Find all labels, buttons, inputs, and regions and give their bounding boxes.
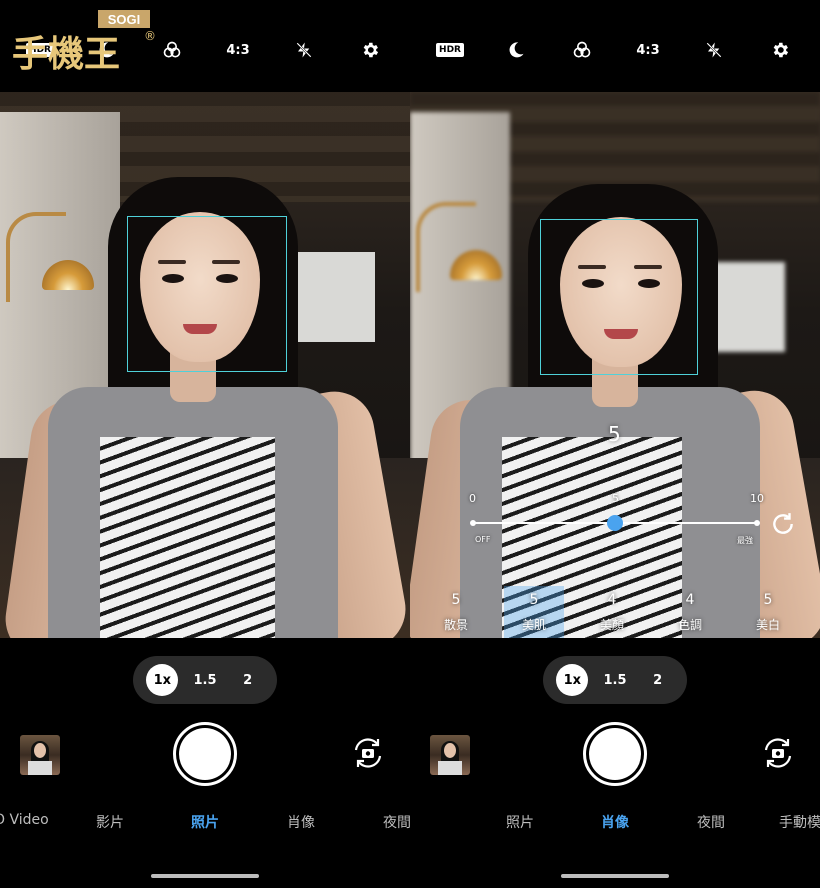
flash-button[interactable] [696,30,732,70]
beauty-option-skin[interactable]: 5 美肌 [504,586,564,638]
zoom-1.5x-button[interactable]: 1.5 [599,664,631,696]
gallery-thumbnail[interactable] [430,735,470,775]
beauty-option-label: 美肌 [521,618,546,632]
reset-beauty-button[interactable] [768,509,798,539]
slider-min-dot [470,520,476,526]
slider-max-label: 10 [750,492,764,505]
zoom-1x-button[interactable]: 1x [556,664,589,696]
sogi-logo-icon: SOGI 手機王 ® [12,10,156,75]
mode-portrait[interactable]: 肖像 [601,812,629,832]
mode-photo[interactable]: 照片 [191,812,219,832]
home-indicator[interactable] [151,874,259,878]
left-camera-screen: HDR 4:3 SOGI 手機王 ® 1x 1.5 2 Video 影片 照片 … [0,0,410,888]
hdr-button[interactable]: HDR [432,30,468,70]
beauty-option-face[interactable]: 4 美顏 [582,592,642,636]
slider-max-sub-label: 最強 [737,536,753,545]
zoom-1x-button[interactable]: 1x [146,664,179,696]
shutter-inner [179,728,231,780]
settings-button[interactable] [352,30,388,70]
zoom-selector: 1x 1.5 2 [133,656,277,704]
right-camera-screen: HDR 4:3 5 0 5 10 OFF 最強 5 散景 5 美肌 4 美顏 4… [410,0,820,888]
beauty-option-label: 美白 [755,618,780,632]
beauty-option-value: 4 [607,592,617,608]
zoom-2x-button[interactable]: 2 [232,664,264,696]
zoom-1.5x-button[interactable]: 1.5 [189,664,221,696]
svg-text:手機王: 手機王 [12,34,120,75]
beauty-option-value: 5 [529,592,539,608]
beauty-option-label: 散景 [443,618,468,632]
settings-button[interactable] [762,30,798,70]
slider-max-dot [754,520,760,526]
filter-button[interactable] [154,30,190,70]
face-detection-box [127,216,287,372]
aspect-ratio-label: 4:3 [636,42,660,58]
slider-min-label: 0 [469,492,476,505]
gear-icon [363,42,379,58]
filter-icon [163,41,181,58]
slider-mid-label: 5 [612,492,619,505]
thumb-face [444,743,456,758]
shutter-button[interactable] [173,722,237,786]
filter-icon [573,41,591,58]
beauty-option-label: 美顏 [599,618,624,632]
thumb-body [28,761,52,775]
zoom-2x-button[interactable]: 2 [642,664,674,696]
hdr-icon: HDR [436,43,464,57]
aspect-ratio-button[interactable]: 4:3 [630,30,666,70]
mode-slow-video[interactable]: O Video [0,812,49,828]
top-toolbar: HDR 4:3 [410,30,820,70]
aspect-ratio-button[interactable]: 4:3 [220,30,256,70]
filter-button[interactable] [564,30,600,70]
mode-manual[interactable]: 手動模 [779,812,820,832]
svg-text:SOGI: SOGI [108,12,141,27]
beauty-level-value: 5 [608,422,621,446]
switch-camera-icon [354,738,382,768]
thumb-face [34,743,46,758]
camera-mode-bar: 照片 肖像 夜間 手動模 [410,812,820,836]
camera-viewfinder[interactable]: 5 0 5 10 OFF 最強 5 散景 5 美肌 4 美顏 4 色調 5 美白 [410,92,820,638]
zoom-selector: 1x 1.5 2 [543,656,687,704]
flash-off-icon [296,42,312,58]
flash-off-icon [706,42,722,58]
beauty-option-label: 色調 [677,618,702,632]
mode-night-video[interactable]: 夜間影片 [383,812,410,832]
moon-icon [509,42,524,58]
beauty-option-whiten[interactable]: 5 美白 [738,592,798,636]
gear-icon [773,42,789,58]
slider-off-label: OFF [475,535,491,544]
aspect-ratio-label: 4:3 [226,42,250,58]
home-indicator[interactable] [561,874,669,878]
reset-icon [773,513,793,534]
mode-video[interactable]: 影片 [96,812,124,832]
gallery-thumbnail[interactable] [20,735,60,775]
beauty-option-tone[interactable]: 4 色調 [660,592,720,636]
switch-camera-button[interactable] [758,733,798,773]
switch-camera-button[interactable] [348,733,388,773]
beauty-option-bokeh[interactable]: 5 散景 [426,592,486,636]
mode-night[interactable]: 夜間 [697,812,725,832]
beauty-option-value: 4 [685,592,695,608]
thumb-body [438,761,462,775]
flash-button[interactable] [286,30,322,70]
person-striped-top [100,437,275,638]
beauty-slider-thumb[interactable] [607,515,623,531]
shutter-button[interactable] [583,722,647,786]
mode-photo[interactable]: 照片 [506,812,534,832]
shutter-inner [589,728,641,780]
mode-portrait[interactable]: 肖像 [287,812,315,832]
switch-camera-icon [764,738,792,768]
sogi-watermark-logo: SOGI 手機王 ® [6,10,156,90]
beauty-option-value: 5 [763,592,773,608]
svg-text:®: ® [144,29,156,43]
night-mode-button[interactable] [498,30,534,70]
beauty-option-value: 5 [451,592,461,608]
camera-viewfinder[interactable] [0,92,410,638]
camera-mode-bar: O Video 影片 照片 肖像 夜間影片 [0,812,410,836]
face-detection-box [540,219,698,375]
